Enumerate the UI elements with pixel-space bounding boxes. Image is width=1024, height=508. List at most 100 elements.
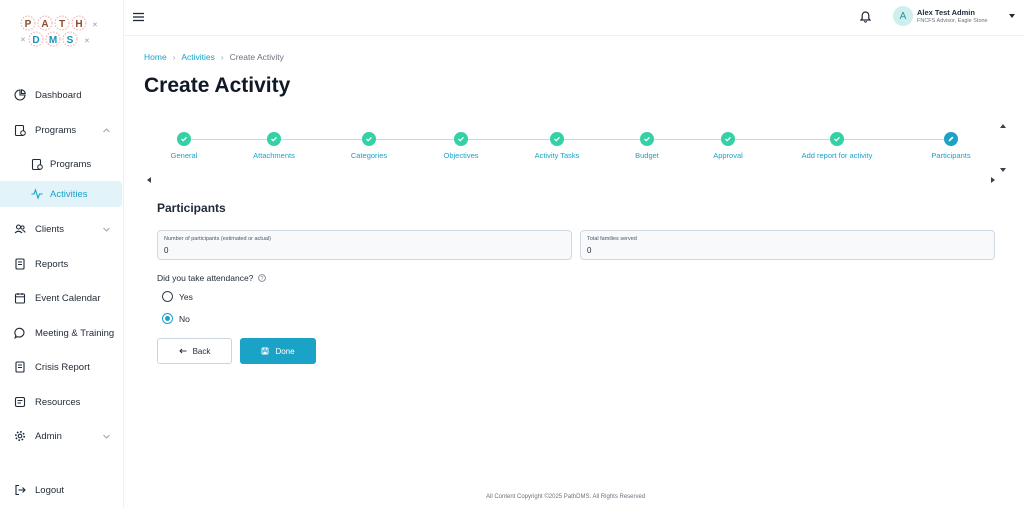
back-button[interactable]: Back — [157, 338, 232, 364]
sidebar-item-label: Dashboard — [35, 89, 82, 101]
notification-bell-icon[interactable] — [860, 11, 871, 23]
radio-no[interactable] — [162, 313, 173, 324]
section-title: Participants — [157, 201, 226, 215]
sidebar-item-admin[interactable]: Admin — [0, 423, 122, 449]
svg-text:?: ? — [261, 276, 264, 282]
scroll-right-arrow-icon[interactable] — [991, 177, 995, 183]
sidebar-item-label: Event Calendar — [35, 292, 101, 304]
step-label: Add report for activity — [801, 151, 873, 160]
pie-chart-icon — [14, 89, 26, 101]
step-complete-check-icon — [267, 132, 281, 146]
breadcrumb-separator-icon: › — [220, 52, 224, 62]
sidebar-item-label: Clients — [35, 223, 65, 235]
step-label: Objectives — [443, 151, 479, 160]
sidebar-item-label: Resources — [35, 396, 81, 408]
pathdms-logo[interactable]: P A T H D M S ✕ ✕ ✕ — [14, 12, 106, 52]
clipboard-clock-icon — [14, 124, 26, 136]
user-menu-caret-icon[interactable] — [1009, 14, 1015, 18]
sidebar-item-logout[interactable]: Logout — [0, 477, 122, 503]
clipboard-clock-icon — [31, 158, 43, 170]
user-name[interactable]: Alex Test Admin — [917, 8, 975, 17]
svg-text:D: D — [32, 35, 39, 46]
svg-text:H: H — [75, 19, 82, 30]
step-edit-pencil-icon — [944, 132, 958, 146]
hamburger-menu-icon[interactable] — [133, 12, 144, 22]
scroll-down-arrow-icon[interactable] — [1000, 168, 1006, 172]
sidebar-item-crisis-report[interactable]: Crisis Report — [0, 354, 122, 380]
sidebar-item-dashboard[interactable]: Dashboard — [0, 82, 122, 108]
sidebar-item-event-calendar[interactable]: Event Calendar — [0, 285, 122, 311]
svg-text:P: P — [25, 19, 32, 30]
page-title: Create Activity — [144, 74, 291, 97]
breadcrumb: Home › Activities › Create Activity — [144, 52, 284, 62]
sidebar-item-label: Meeting & Training — [35, 327, 115, 339]
activity-pulse-icon — [31, 188, 43, 200]
chevron-up-icon — [103, 127, 110, 132]
step-objectives[interactable]: Objectives — [406, 132, 516, 160]
radio-yes[interactable] — [162, 291, 173, 302]
gear-icon — [15, 431, 25, 441]
svg-text:T: T — [59, 19, 65, 30]
chevron-down-icon — [103, 434, 110, 439]
step-attachments[interactable]: Attachments — [219, 132, 329, 160]
scroll-left-arrow-icon[interactable] — [147, 177, 151, 183]
sidebar-item-programs[interactable]: Programs — [0, 117, 122, 143]
svg-text:S: S — [67, 35, 74, 46]
participants-count-field[interactable]: Number of participants (estimated or act… — [157, 230, 572, 260]
avatar-initial: A — [899, 10, 907, 22]
done-button[interactable]: Done — [240, 338, 316, 364]
step-approval[interactable]: Approval — [673, 132, 783, 160]
step-add-report[interactable]: Add report for activity — [782, 132, 892, 160]
attendance-question: Did you take attendance? ? — [157, 273, 267, 283]
breadcrumb-separator-icon: › — [172, 52, 176, 62]
step-complete-check-icon — [721, 132, 735, 146]
sidebar-item-label: Programs — [35, 124, 77, 136]
sidebar-item-resources[interactable]: Resources — [0, 389, 122, 415]
radio-no-label: No — [179, 313, 190, 324]
svg-text:M: M — [49, 35, 57, 46]
sidebar-item-label: Crisis Report — [35, 361, 90, 373]
sidebar-subitem-programs[interactable]: Programs — [0, 151, 122, 177]
step-label: Approval — [713, 151, 743, 160]
document-icon — [15, 258, 25, 270]
footer-copyright: All Content Copyright ©2025 PathDMS. All… — [486, 494, 646, 500]
breadcrumb-activities[interactable]: Activities — [181, 52, 215, 62]
sidebar-item-label: Activities — [50, 188, 88, 200]
sidebar-item-label: Admin — [35, 430, 62, 442]
save-disk-icon — [261, 347, 269, 355]
attendance-question-label: Did you take attendance? — [157, 273, 254, 283]
help-circle-icon[interactable]: ? — [258, 274, 267, 282]
step-participants[interactable]: Participants — [896, 132, 1006, 160]
document-icon — [15, 361, 25, 373]
step-complete-check-icon — [550, 132, 564, 146]
breadcrumb-home[interactable]: Home — [144, 52, 167, 62]
sidebar-item-label: Reports — [35, 258, 69, 270]
users-icon — [14, 224, 26, 234]
calendar-icon — [14, 293, 26, 304]
total-families-field[interactable]: Total families served 0 — [580, 230, 995, 260]
attendance-option-no[interactable]: No — [162, 313, 190, 324]
participants-count-value[interactable]: 0 — [164, 246, 168, 255]
breadcrumb-current: Create Activity — [229, 52, 284, 62]
participants-count-label: Number of participants (estimated or act… — [164, 236, 271, 242]
svg-text:✕: ✕ — [84, 38, 90, 45]
sidebar-item-reports[interactable]: Reports — [0, 251, 122, 277]
logout-icon — [15, 484, 26, 496]
step-complete-check-icon — [177, 132, 191, 146]
svg-text:✕: ✕ — [92, 22, 98, 29]
total-families-value[interactable]: 0 — [587, 246, 591, 255]
svg-text:✕: ✕ — [20, 37, 26, 44]
step-label: Participants — [931, 151, 971, 160]
sidebar-item-clients[interactable]: Clients — [0, 216, 122, 242]
total-families-label: Total families served — [587, 236, 637, 242]
avatar[interactable]: A — [893, 6, 913, 26]
chat-bubble-icon — [14, 327, 25, 339]
sidebar-item-meeting-training[interactable]: Meeting & Training — [0, 320, 122, 346]
attendance-option-yes[interactable]: Yes — [162, 291, 193, 302]
scroll-up-arrow-icon[interactable] — [1000, 124, 1006, 128]
sidebar: P A T H D M S ✕ ✕ ✕ Dashboard Programs P… — [0, 0, 124, 508]
sidebar-item-label: Programs — [50, 158, 92, 170]
notes-icon — [14, 396, 26, 408]
step-complete-check-icon — [640, 132, 654, 146]
sidebar-subitem-activities[interactable]: Activities — [0, 181, 122, 207]
